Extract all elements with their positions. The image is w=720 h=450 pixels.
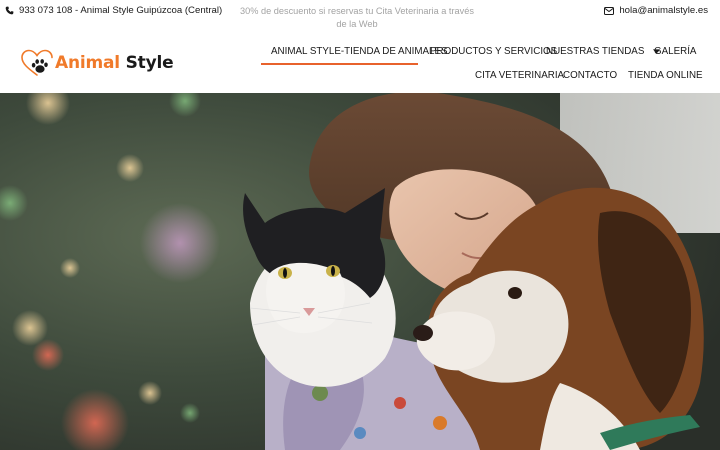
nav-item-cita-veterinaria[interactable]: CITA VETERINARIA [475,70,564,81]
nav-item-tienda-online[interactable]: TIENDA ONLINE [628,70,703,81]
active-nav-underline [261,63,418,65]
nav-item-contacto[interactable]: CONTACTO [563,70,617,81]
nav-item-nuestras-tiendas-label: NUESTRAS TIENDAS [546,46,645,58]
nav-item-nuestras-tiendas[interactable]: NUESTRAS TIENDAS [546,46,661,58]
main-nav: ANIMAL STYLE-TIENDA DE ANIMALES PRODUCTO… [0,34,720,94]
phone-icon [5,6,14,15]
top-bar: 933 073 108 - Animal Style Guipúzcoa (Ce… [0,0,720,34]
nav-item-galeria[interactable]: GALERÍA [654,46,696,57]
email-contact[interactable]: hola@animalstyle.es [604,5,708,16]
hero-image [0,93,720,450]
envelope-icon [604,6,615,15]
promo-text: 30% de descuento si reservas tu Cita Vet… [240,6,474,29]
nav-item-productos-servicios[interactable]: PRODUCTOS Y SERVICIOS [430,46,557,57]
site-header: Animal Style ANIMAL STYLE-TIENDA DE ANIM… [0,34,720,94]
phone-contact[interactable]: 933 073 108 - Animal Style Guipúzcoa (Ce… [5,5,222,16]
email-text: hola@animalstyle.es [619,5,708,16]
nav-item-animal-style-tienda[interactable]: ANIMAL STYLE-TIENDA DE ANIMALES [271,46,448,57]
phone-text: 933 073 108 - Animal Style Guipúzcoa (Ce… [19,5,223,16]
